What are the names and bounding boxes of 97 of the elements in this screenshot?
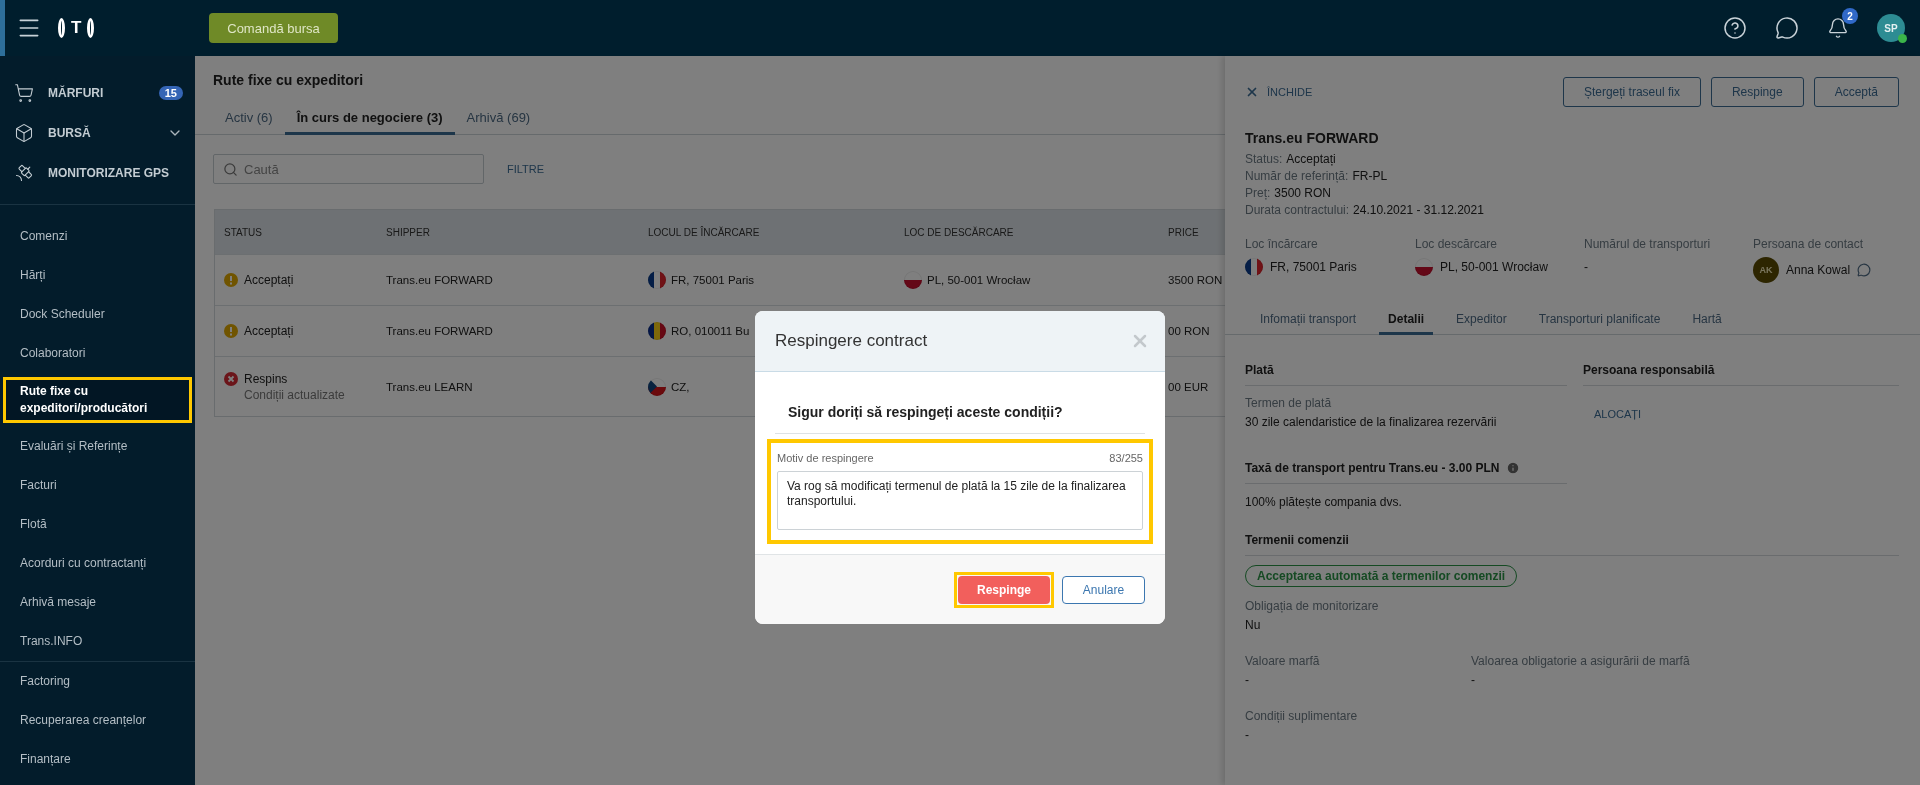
sidebar-item[interactable]: Flotă bbox=[0, 505, 195, 544]
tab[interactable]: Detalii bbox=[1379, 308, 1434, 335]
help-icon[interactable] bbox=[1723, 16, 1747, 40]
field-label: Valoare marfă bbox=[1245, 654, 1321, 668]
table-cell: PL, 50-001 Wrocław bbox=[927, 274, 1031, 286]
field-label: Valoarea obligatorie a asigurării de marfă bbox=[1471, 654, 1691, 668]
field-value: Nu bbox=[1245, 618, 1262, 632]
sidebar-item[interactable]: Arhivă mesaje bbox=[0, 583, 195, 622]
section-heading: Plată bbox=[1245, 363, 1567, 386]
cancel-button[interactable]: Anulare bbox=[1062, 575, 1145, 604]
table-cell: FR, 75001 Paris bbox=[671, 274, 755, 286]
column-header: LOC DE DESCĂRCARE bbox=[903, 226, 1015, 238]
flag-icon bbox=[648, 322, 666, 340]
field-value: - bbox=[1471, 673, 1476, 687]
dialog-question: Sigur doriți să respingeți aceste condiții? bbox=[775, 404, 1145, 434]
fact-value: FR-PL bbox=[1352, 168, 1388, 184]
field-label: Termen de plată bbox=[1245, 396, 1333, 410]
flag-icon bbox=[648, 377, 666, 396]
sidebar-item[interactable]: BURSĂ bbox=[0, 113, 195, 153]
sidebar-item[interactable]: Finanțare bbox=[0, 740, 195, 779]
field-value: - bbox=[1245, 728, 1250, 742]
flag-icon bbox=[1245, 258, 1263, 276]
sidebar-item[interactable]: Hărți bbox=[0, 256, 195, 295]
fee-text: 100% plătește compania dvs. bbox=[1245, 495, 1403, 509]
sidebar-item[interactable]: MONITORIZARE GPS bbox=[0, 153, 195, 193]
sidebar-item[interactable]: MĂRFURI 15 bbox=[0, 73, 195, 113]
sidebar-item[interactable]: Dock Scheduler bbox=[0, 295, 195, 334]
column-header: PRICE bbox=[1167, 226, 1200, 238]
field-label: Condiții suplimentare bbox=[1245, 709, 1359, 723]
table-cell: Trans.eu FORWARD bbox=[386, 325, 493, 337]
field-label: Numărul de transporturi bbox=[1584, 237, 1712, 251]
sidebar-item[interactable]: Recuperarea creanțelor bbox=[0, 701, 195, 740]
status-note: Condiții actualizate bbox=[244, 387, 345, 402]
table-cell: 00 RON bbox=[1168, 325, 1210, 337]
error-icon bbox=[224, 371, 238, 386]
field-label: Loc descărcare bbox=[1415, 237, 1499, 251]
fact-label: Număr de referință: bbox=[1245, 168, 1349, 184]
satellite-icon bbox=[14, 163, 34, 183]
character-counter: 83/255 bbox=[1109, 452, 1143, 464]
sidebar-item[interactable]: Facturi bbox=[0, 466, 195, 505]
info-icon[interactable] bbox=[1505, 461, 1520, 475]
notification-count: 2 bbox=[1842, 8, 1858, 24]
table-cell: Trans.eu LEARN bbox=[386, 380, 473, 393]
sidebar-item[interactable]: Acorduri cu contractanți bbox=[0, 544, 195, 583]
table-cell: Trans.eu FORWARD bbox=[386, 274, 493, 286]
page-title: Rute fixe cu expeditori bbox=[212, 71, 365, 90]
count-badge: 15 bbox=[158, 86, 183, 100]
logo[interactable]: T bbox=[58, 18, 208, 38]
table-cell: RO, 010011 Bu bbox=[671, 325, 750, 337]
field-label: Persoana de contact bbox=[1753, 237, 1865, 251]
field-value: - bbox=[1245, 673, 1250, 687]
field-label: Loc încărcare bbox=[1245, 237, 1319, 251]
field-label: Motiv de respingere bbox=[777, 452, 874, 464]
warning-icon bbox=[224, 324, 238, 338]
reason-field[interactable]: Va rog să modificați termenul de plată la 15 zile de la finalizarea transportului. bbox=[777, 471, 1143, 530]
fact-value: Acceptați bbox=[1286, 151, 1336, 167]
sidebar-item[interactable]: Factoring bbox=[0, 662, 195, 701]
section-heading: Termenii comenzii bbox=[1245, 533, 1899, 556]
status-text: Respins bbox=[244, 371, 289, 386]
column-header: STATUS bbox=[223, 226, 263, 238]
table-cell: 00 EUR bbox=[1168, 380, 1209, 393]
dialog-title: Respingere contract bbox=[775, 331, 928, 351]
box-icon bbox=[14, 123, 34, 143]
close-icon bbox=[1245, 85, 1259, 99]
search-icon bbox=[223, 162, 238, 177]
section-heading: Persoana responsabilă bbox=[1583, 363, 1899, 386]
flag-icon bbox=[648, 271, 666, 289]
flag-icon bbox=[904, 271, 922, 289]
field-value: - bbox=[1584, 260, 1588, 274]
sidebar-item[interactable]: Colaboratori bbox=[0, 334, 195, 373]
fact-label: Durata contractului: bbox=[1245, 202, 1350, 218]
fact-label: Status: bbox=[1245, 151, 1283, 167]
column-header: LOCUL DE ÎNCĂRCARE bbox=[647, 226, 761, 238]
field-value: 30 zile calendaristice de la finalizarea rezervării bbox=[1245, 415, 1498, 429]
field-value: Anna Kowal bbox=[1786, 263, 1851, 277]
table-cell: 3500 RON bbox=[1168, 274, 1223, 286]
column-header: SHIPPER bbox=[385, 226, 431, 238]
fact-value: 24.10.2021 - 31.12.2021 bbox=[1353, 202, 1484, 218]
sidebar-item[interactable]: Evaluări și Referințe bbox=[0, 427, 195, 466]
sidebar-item[interactable]: Comenzi bbox=[0, 217, 195, 256]
contact-avatar: AK bbox=[1753, 257, 1779, 283]
search-field[interactable]: Caută bbox=[213, 154, 484, 184]
panel-title: Trans.eu FORWARD bbox=[1245, 130, 1380, 146]
tab[interactable]: În curs de negociere (3) bbox=[284, 104, 455, 135]
field-label: Obligația de monitorizare bbox=[1245, 599, 1380, 613]
fact-label: Preț: bbox=[1245, 185, 1271, 201]
notifications-icon[interactable] bbox=[1827, 17, 1849, 39]
flag-icon bbox=[1415, 258, 1433, 276]
fact-value: 3500 RON bbox=[1274, 185, 1332, 201]
table-cell: CZ, bbox=[671, 380, 690, 393]
sidebar-item[interactable]: Trans.INFO bbox=[0, 622, 195, 661]
sidebar-item[interactable]: Rute fixe cu expeditori/producători bbox=[3, 377, 192, 423]
status-text: Acceptați bbox=[244, 324, 294, 338]
warning-icon bbox=[224, 273, 238, 287]
section-heading: Taxă de transport pentru Trans.eu - 3.00 PLN bbox=[1245, 461, 1500, 475]
status-text: Acceptați bbox=[244, 273, 294, 287]
cart-icon bbox=[14, 83, 34, 103]
